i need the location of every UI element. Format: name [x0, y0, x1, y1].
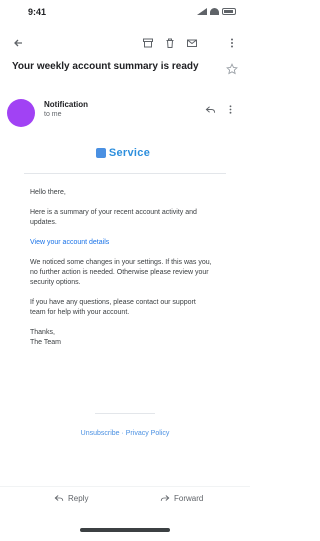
- footer-divider: [95, 413, 155, 414]
- more-vert-icon[interactable]: [226, 36, 238, 48]
- sender-name: Notification: [44, 100, 88, 109]
- body-signature: The Team: [30, 339, 61, 346]
- body-signoff: Thanks,: [30, 329, 55, 336]
- status-time: 9:41: [28, 7, 47, 17]
- body-paragraph: Here is a summary of your recent account…: [30, 209, 197, 226]
- body-link[interactable]: View your account details: [30, 238, 212, 248]
- action-bar: Reply Forward: [0, 486, 250, 510]
- forward-button[interactable]: Forward: [160, 493, 203, 503]
- body-greeting: Hello there,: [30, 189, 66, 196]
- forward-label: Forward: [174, 493, 204, 503]
- reply-label: Reply: [68, 493, 89, 503]
- message-more-icon[interactable]: [225, 102, 236, 114]
- star-icon[interactable]: [226, 62, 238, 75]
- email-subject: Your weekly account summary is ready: [12, 61, 199, 72]
- body-paragraph: If you have any questions, please contac…: [30, 299, 196, 316]
- forward-icon: [160, 495, 170, 501]
- status-bar: 9:41: [0, 0, 250, 24]
- brand-logo: Service: [80, 144, 166, 162]
- arrow-left-icon[interactable]: [12, 36, 24, 48]
- divider: [24, 173, 226, 174]
- status-icons: [197, 8, 236, 15]
- home-indicator[interactable]: [80, 528, 170, 532]
- reply-icon[interactable]: [205, 102, 216, 113]
- mail-icon[interactable]: [186, 36, 198, 48]
- sender-recipient[interactable]: to me: [44, 111, 62, 118]
- footer-link[interactable]: Unsubscribe · Privacy Policy: [60, 430, 190, 437]
- signal-icon: [197, 8, 207, 15]
- reply-button[interactable]: Reply: [54, 493, 88, 503]
- avatar[interactable]: [7, 99, 35, 127]
- trash-icon[interactable]: [164, 36, 176, 48]
- email-toolbar: [0, 28, 250, 54]
- brand-mark-icon: [95, 148, 106, 158]
- wifi-icon: [210, 8, 219, 15]
- archive-icon[interactable]: [142, 36, 154, 48]
- reply-action-icon: [54, 495, 64, 501]
- sender-row[interactable]: Notification to me: [0, 96, 250, 132]
- brand-name: Service: [108, 147, 151, 159]
- body-paragraph: We noticed some changes in your settings…: [30, 259, 212, 286]
- battery-icon: [222, 8, 236, 15]
- email-body: Hello there, Here is a summary of your r…: [30, 188, 212, 348]
